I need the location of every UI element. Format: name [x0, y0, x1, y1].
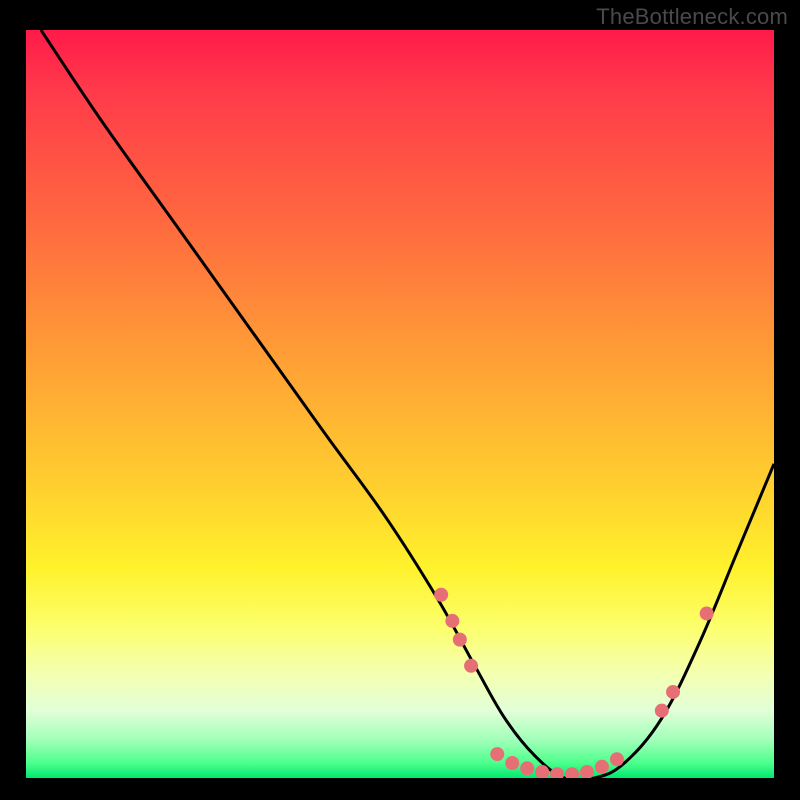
curve-marker [445, 614, 459, 628]
curve-marker [655, 704, 669, 718]
curve-marker [580, 765, 594, 778]
curve-marker [464, 659, 478, 673]
bottleneck-curve-line [41, 30, 774, 778]
plot-area [26, 30, 774, 778]
curve-marker [595, 760, 609, 774]
curve-marker [505, 756, 519, 770]
curve-marker [565, 767, 579, 778]
curve-marker [453, 633, 467, 647]
curve-marker [490, 747, 504, 761]
chart-frame: TheBottleneck.com [0, 0, 800, 800]
curve-marker [520, 761, 534, 775]
curve-marker [700, 606, 714, 620]
curve-marker [434, 588, 448, 602]
curve-marker [666, 685, 680, 699]
curve-markers [434, 588, 714, 778]
curve-layer [26, 30, 774, 778]
curve-marker [610, 752, 624, 766]
curve-marker [550, 767, 564, 778]
watermark-text: TheBottleneck.com [596, 4, 788, 30]
